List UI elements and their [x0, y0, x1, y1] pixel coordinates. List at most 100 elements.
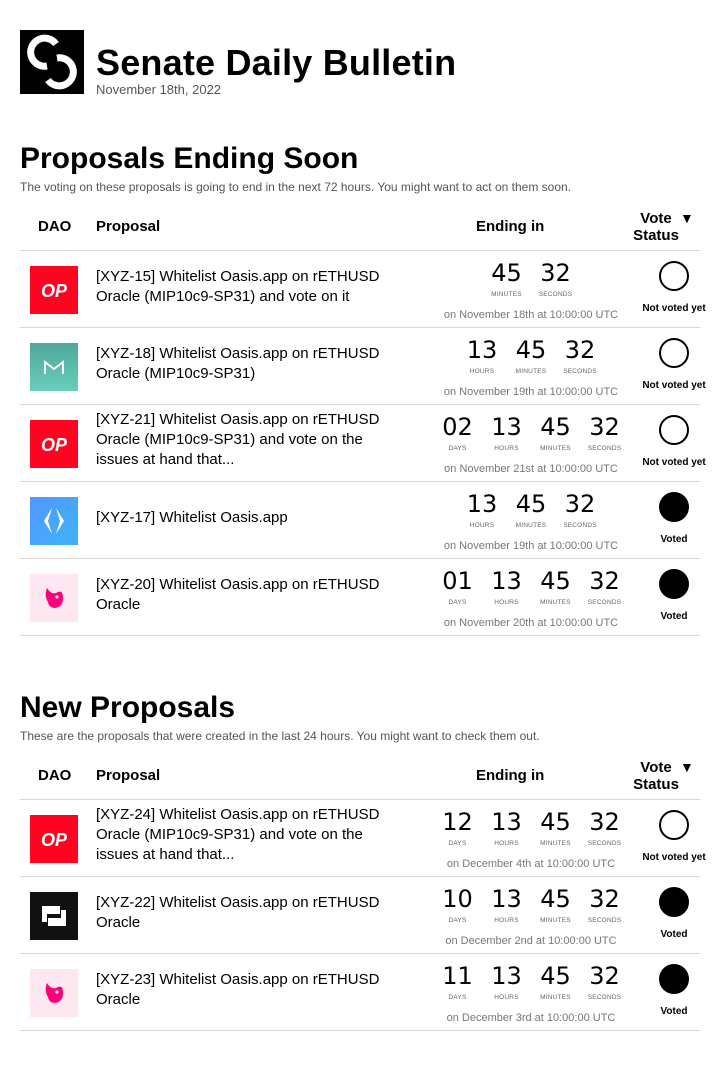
proposal-row[interactable]: OP [XYZ-15] Whitelist Oasis.app on rETHUS… — [20, 251, 706, 328]
table-header: DAO Proposal Ending in Vote Status ▼ — [20, 202, 700, 251]
countdown-timer: 01 DAYS 13 HOURS 45 MINUTES 32 SECONDS — [412, 567, 650, 607]
proposal-title[interactable]: [XYZ-17] Whitelist Oasis.app — [96, 508, 406, 528]
countdown-label: HOURS — [494, 840, 519, 847]
countdown-label: MINUTES — [540, 445, 571, 452]
countdown-value: 13 — [491, 567, 522, 595]
proposal-title[interactable]: [XYZ-15] Whitelist Oasis.app on rETHUSD … — [96, 267, 406, 307]
countdown-value: 45 — [515, 336, 547, 364]
countdown-value: 32 — [589, 567, 620, 595]
new-proposals-section: New Proposals These are the proposals th… — [20, 691, 706, 1031]
vote-status: Not voted yet — [632, 261, 716, 314]
vote-status: Not voted yet — [632, 415, 716, 468]
countdown-label: SECONDS — [587, 445, 622, 452]
vote-status: Voted — [632, 492, 716, 545]
countdown-value: 11 — [442, 962, 473, 990]
op-logo-icon: OP — [30, 266, 78, 314]
countdown-label: HOURS — [494, 994, 519, 1001]
vote-status-label: Not voted yet — [642, 457, 706, 468]
countdown-unit: 32 SECONDS — [558, 336, 603, 375]
countdown-value: 32 — [589, 413, 620, 441]
countdown-value: 45 — [540, 962, 571, 990]
vote-status: Not voted yet — [632, 810, 716, 863]
ending-date: on December 4th at 10:00:00 UTC — [446, 858, 616, 870]
svg-text:OP: OP — [41, 435, 68, 455]
vote-status-label: Voted — [660, 534, 688, 545]
countdown-value: 02 — [442, 413, 473, 441]
column-vote-status[interactable]: Vote Status — [630, 210, 682, 244]
countdown-value: 13 — [491, 962, 522, 990]
countdown-unit: 13 HOURS — [484, 885, 529, 924]
countdown-label: SECONDS — [587, 994, 622, 1001]
proposal-row[interactable]: [XYZ-20] Whitelist Oasis.app on rETHUSD … — [20, 559, 700, 636]
proposal-title[interactable]: [XYZ-24] Whitelist Oasis.app on rETHUSD … — [96, 805, 406, 865]
proposal-title[interactable]: [XYZ-20] Whitelist Oasis.app on rETHUSD … — [96, 575, 406, 615]
countdown-unit: 32 SECONDS — [582, 885, 627, 924]
countdown-label: MINUTES — [491, 291, 522, 298]
countdown-value: 12 — [442, 808, 473, 836]
column-proposal: Proposal — [96, 218, 161, 235]
proposal-title[interactable]: [XYZ-22] Whitelist Oasis.app on rETHUSD … — [96, 893, 406, 933]
triangle-down-icon[interactable]: ▼ — [680, 759, 694, 775]
countdown-unit: 45 MINUTES — [509, 336, 554, 375]
countdown-unit: 13 HOURS — [484, 413, 529, 452]
countdown-unit: 45 MINUTES — [484, 259, 529, 298]
ending-date: on November 21st at 10:00:00 UTC — [444, 463, 618, 475]
proposal-row[interactable]: [XYZ-17] Whitelist Oasis.app 13 HOURS 45 MIN… — [20, 482, 700, 559]
proposal-row[interactable]: OP [XYZ-24] Whitelist Oasis.app on rETHUS… — [20, 800, 706, 877]
countdown-unit: 13 HOURS — [484, 962, 529, 1001]
proposal-row[interactable]: OP [XYZ-21] Whitelist Oasis.app on rETHUS… — [20, 405, 706, 482]
uniswap-logo-icon — [30, 969, 78, 1017]
vote-status: Voted — [632, 887, 716, 940]
op-logo-icon: OP — [30, 420, 78, 468]
column-vote-status[interactable]: Vote Status — [630, 759, 682, 793]
proposal-row[interactable]: [XYZ-18] Whitelist Oasis.app on rETHUSD … — [20, 328, 706, 405]
uniswap-logo-icon — [30, 574, 78, 622]
proposal-title[interactable]: [XYZ-23] Whitelist Oasis.app on rETHUSD … — [96, 970, 406, 1010]
senate-logo-icon — [20, 30, 84, 94]
countdown-label: MINUTES — [540, 917, 571, 924]
section-title: New Proposals — [20, 691, 236, 724]
bulletin-date: November 18th, 2022 — [96, 82, 222, 97]
proposal-list: OP [XYZ-24] Whitelist Oasis.app on rETHUS… — [20, 800, 706, 1031]
op-logo-icon: OP — [30, 815, 78, 863]
vote-status-label: Not voted yet — [642, 852, 706, 863]
countdown-label: MINUTES — [540, 994, 571, 1001]
countdown-unit: 32 SECONDS — [558, 490, 603, 529]
proposal-row[interactable]: [XYZ-23] Whitelist Oasis.app on rETHUSD … — [20, 954, 700, 1031]
section-description: These are the proposals that were create… — [20, 729, 540, 743]
proposal-title[interactable]: [XYZ-21] Whitelist Oasis.app on rETHUSD … — [96, 410, 406, 470]
countdown-label: SECONDS — [587, 599, 622, 606]
dao-square-logo-icon — [30, 892, 78, 940]
maker-logo-icon — [30, 343, 78, 391]
countdown-value: 45 — [540, 567, 571, 595]
proposal-row[interactable]: [XYZ-22] Whitelist Oasis.app on rETHUSD … — [20, 877, 700, 954]
proposal-title[interactable]: [XYZ-18] Whitelist Oasis.app on rETHUSD … — [96, 344, 406, 384]
countdown-label: SECONDS — [587, 917, 622, 924]
countdown-label: MINUTES — [515, 522, 547, 529]
vote-status-label: Voted — [660, 611, 688, 622]
section-description: The voting on these proposals is going t… — [20, 180, 572, 194]
vote-status: Voted — [632, 569, 716, 622]
countdown-value: 32 — [589, 808, 620, 836]
ending-date: on November 18th at 10:00:00 UTC — [443, 309, 619, 321]
countdown-value: 13 — [466, 490, 498, 518]
countdown-value: 32 — [540, 259, 571, 287]
countdown-value: 13 — [491, 885, 522, 913]
countdown-unit: 32 SECONDS — [582, 413, 627, 452]
countdown-unit: 02 DAYS — [435, 413, 480, 452]
vote-status-label: Not voted yet — [642, 303, 706, 314]
countdown-unit: 32 SECONDS — [533, 259, 578, 298]
triangle-down-icon[interactable]: ▼ — [680, 210, 694, 226]
countdown-value: 45 — [540, 808, 571, 836]
countdown-label: MINUTES — [515, 368, 547, 375]
countdown-unit: 32 SECONDS — [582, 962, 627, 1001]
ending-date: on December 3rd at 10:00:00 UTC — [446, 1012, 616, 1024]
countdown-unit: 45 MINUTES — [533, 567, 578, 606]
countdown-label: SECONDS — [563, 522, 597, 529]
countdown-unit: 11 DAYS — [435, 962, 480, 1001]
countdown-unit: 13 HOURS — [484, 567, 529, 606]
table-header: DAO Proposal Ending in Vote Status ▼ — [20, 751, 700, 800]
countdown-label: HOURS — [494, 917, 519, 924]
countdown-unit: 45 MINUTES — [509, 490, 554, 529]
countdown-timer: 13 HOURS 45 MINUTES 32 SECONDS — [412, 336, 650, 376]
